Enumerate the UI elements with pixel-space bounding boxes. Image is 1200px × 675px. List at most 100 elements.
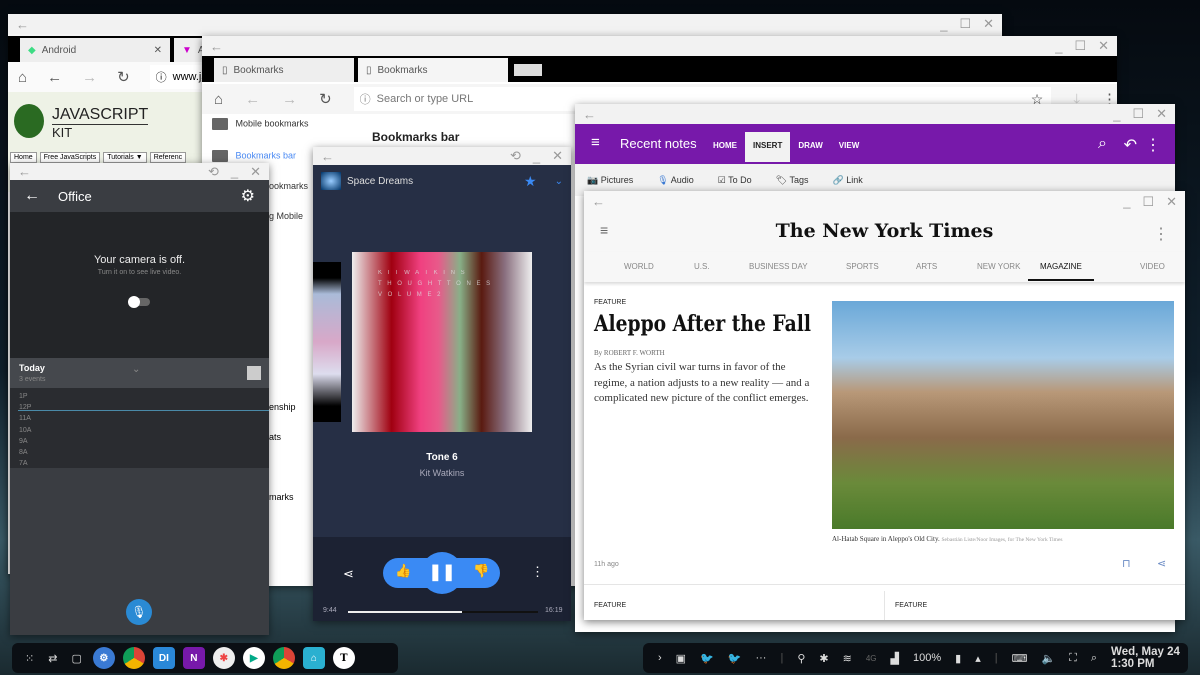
- chevron-down-icon[interactable]: ⌄: [555, 176, 563, 187]
- minimize-icon[interactable]: _: [1123, 194, 1130, 209]
- back-icon[interactable]: ←: [592, 194, 605, 209]
- close-tab-icon[interactable]: ✕: [154, 45, 162, 56]
- launcher-icon[interactable]: ⁙: [25, 652, 34, 665]
- section-video[interactable]: VIDEO: [1140, 262, 1165, 271]
- share-screen-icon[interactable]: [247, 366, 261, 380]
- close-icon[interactable]: ✕: [1098, 38, 1109, 54]
- minimize-icon[interactable]: _: [1055, 39, 1062, 54]
- minimize-icon[interactable]: _: [940, 17, 947, 32]
- tool-link[interactable]: 🔗 Link: [832, 175, 862, 186]
- play-store-app-icon[interactable]: ▶: [242, 647, 265, 669]
- tool-todo[interactable]: ☑ To Do: [718, 175, 752, 186]
- more-icon[interactable]: ⋮: [531, 564, 544, 580]
- tool-pictures[interactable]: 📷 Pictures: [587, 175, 633, 186]
- search-icon[interactable]: ⌕: [1098, 135, 1107, 153]
- chevron-down-icon[interactable]: ⌄: [132, 364, 140, 375]
- article-headline[interactable]: Aleppo After the Fall: [594, 311, 811, 337]
- forward-icon[interactable]: →: [82, 69, 97, 86]
- tab-insert[interactable]: INSERT: [745, 132, 791, 162]
- new-tab-button[interactable]: [514, 64, 542, 76]
- tool-tags[interactable]: 🏷 Tags: [776, 175, 809, 186]
- close-icon[interactable]: ✕: [1166, 194, 1177, 210]
- nyt-app-icon[interactable]: T: [332, 647, 355, 669]
- home-app-icon[interactable]: ⌂: [302, 647, 325, 669]
- expand-icon[interactable]: ›: [658, 652, 662, 664]
- back-icon[interactable]: ←: [16, 17, 29, 32]
- back-icon[interactable]: ←: [321, 149, 334, 164]
- home-icon[interactable]: ⌂: [214, 91, 223, 108]
- maximize-icon[interactable]: ☐: [1142, 194, 1154, 210]
- bookmark-item[interactable]: marks: [269, 492, 294, 502]
- more-icon[interactable]: ⋮: [1153, 224, 1169, 244]
- back-icon[interactable]: ←: [583, 107, 596, 122]
- undo-icon[interactable]: ↶: [1124, 135, 1137, 155]
- progress-bar[interactable]: [348, 611, 538, 613]
- duo-app-icon[interactable]: DI: [152, 647, 175, 669]
- overview-icon[interactable]: ▢: [71, 652, 81, 665]
- reload-icon[interactable]: ↻: [319, 90, 332, 108]
- keyboard-icon[interactable]: ⌨: [1012, 652, 1028, 665]
- share-icon[interactable]: ⋖: [1157, 557, 1166, 570]
- section-u-s-[interactable]: U.S.: [694, 262, 710, 271]
- maximize-icon[interactable]: ☐: [1132, 106, 1144, 122]
- share-icon[interactable]: ⋖: [343, 566, 354, 582]
- home-icon[interactable]: ⌂: [18, 69, 27, 86]
- tab-android[interactable]: ◆ Android ✕: [20, 38, 170, 62]
- back-icon[interactable]: ←: [210, 39, 223, 54]
- section-magazine[interactable]: MAGAZINE: [1028, 262, 1094, 281]
- microphone-button[interactable]: 🎙: [126, 599, 152, 625]
- recents-swap-icon[interactable]: ⇄: [48, 652, 57, 665]
- forward-icon[interactable]: →: [282, 91, 297, 108]
- minimize-icon[interactable]: _: [533, 149, 540, 164]
- menu-reference[interactable]: Referenc: [149, 152, 187, 163]
- sidebar-item-mobile-bookmarks[interactable]: Mobile bookmarks: [212, 118, 309, 130]
- minimize-icon[interactable]: _: [1113, 107, 1120, 122]
- maximize-icon[interactable]: ☐: [1074, 38, 1086, 54]
- back-icon[interactable]: ←: [18, 164, 31, 179]
- maximize-icon[interactable]: ☐: [959, 16, 971, 32]
- screenshot-icon[interactable]: ⛶: [1069, 652, 1077, 665]
- back-icon[interactable]: ←: [245, 91, 260, 108]
- caret-up-icon[interactable]: ▴: [975, 652, 981, 665]
- close-icon[interactable]: ✕: [983, 16, 994, 32]
- sidebar-item-bookmarks-bar[interactable]: Bookmarks bar: [212, 150, 296, 162]
- settings-gear-icon[interactable]: ⚙: [241, 186, 255, 206]
- tab-view[interactable]: VIEW: [831, 132, 867, 162]
- back-icon[interactable]: ←: [24, 187, 40, 205]
- minimize-icon[interactable]: _: [231, 164, 238, 179]
- section-world[interactable]: WORLD: [624, 262, 654, 271]
- pause-button[interactable]: ❚❚: [421, 552, 463, 594]
- menu-home[interactable]: Home: [10, 152, 37, 163]
- settings-app-icon[interactable]: ⚙: [92, 647, 115, 669]
- sidebar-item-mobile[interactable]: g Mobile: [269, 211, 303, 221]
- section-new-york[interactable]: NEW YORK: [977, 262, 1020, 271]
- menu-free-javascripts[interactable]: Free JavaScripts: [39, 152, 101, 163]
- tab-bookmarks-2[interactable]: ▯ Bookmarks: [358, 58, 508, 82]
- article-photo[interactable]: [832, 301, 1174, 529]
- chrome-app-icon[interactable]: [122, 647, 145, 669]
- clock[interactable]: Wed, May 24 1:30 PM: [1111, 646, 1181, 670]
- close-icon[interactable]: ✕: [250, 164, 261, 180]
- status-tray[interactable]: › ▣ 🐦 🐦 ··· | ⚲ ✱ ≋ 4G ▟ 100% ▮ ▴ | ⌨ 🔈 ⛶ ⌕ Wed, May 24…: [643, 643, 1188, 673]
- bookmark-item[interactable]: ats: [269, 432, 281, 442]
- bookmark-icon[interactable]: ⊓: [1122, 557, 1131, 570]
- hamburger-menu-icon[interactable]: ≡: [591, 134, 600, 151]
- back-icon[interactable]: ←: [47, 69, 62, 86]
- tab-home[interactable]: HOME: [705, 132, 745, 162]
- slack-app-icon[interactable]: ✱: [212, 647, 235, 669]
- section-arts[interactable]: ARTS: [916, 262, 937, 271]
- section-sports[interactable]: SPORTS: [846, 262, 879, 271]
- tab-draw[interactable]: DRAW: [790, 132, 830, 162]
- rotate-icon[interactable]: ⟲: [208, 164, 219, 180]
- close-icon[interactable]: ✕: [552, 148, 563, 164]
- menu-tutorials[interactable]: Tutorials ▼: [103, 152, 147, 163]
- close-icon[interactable]: ✕: [1156, 106, 1167, 122]
- search-icon[interactable]: ⌕: [1091, 652, 1097, 665]
- thumbs-down-icon[interactable]: 👎: [473, 563, 489, 579]
- onenote-app-icon[interactable]: N: [182, 647, 205, 669]
- star-icon[interactable]: ★: [524, 173, 537, 190]
- volume-icon[interactable]: 🔈: [1041, 652, 1055, 665]
- chrome-app-icon-2[interactable]: [272, 647, 295, 669]
- bookmark-item[interactable]: enship: [269, 402, 296, 412]
- tab-bookmarks-1[interactable]: ▯ Bookmarks: [214, 58, 354, 82]
